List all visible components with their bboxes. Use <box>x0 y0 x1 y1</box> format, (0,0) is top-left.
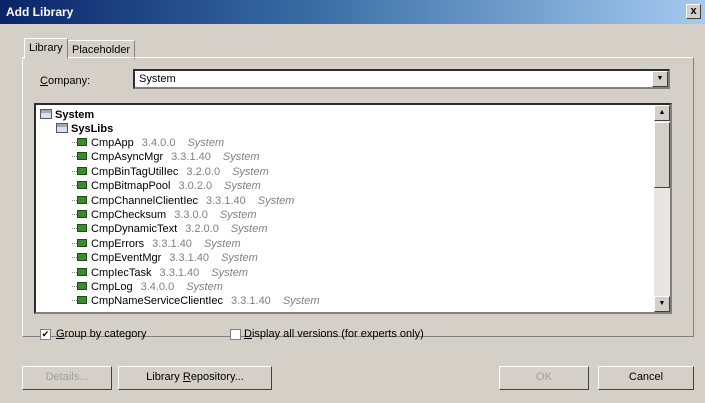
library-vendor: System <box>187 137 225 149</box>
library-icon <box>72 210 88 218</box>
library-icon <box>72 152 88 161</box>
title-bar: Add Library x <box>0 0 705 24</box>
library-version: 3.2.0.0 <box>186 165 221 178</box>
display-all-versions-label[interactable]: Display all versions (for experts only) <box>244 328 424 340</box>
cancel-button[interactable]: Cancel <box>598 366 694 390</box>
library-repository-button[interactable]: Library Repository... <box>118 366 272 390</box>
library-vendor: System <box>221 252 258 265</box>
library-tree[interactable]: System SysLibs CmpApp 3.4.0.0 System CmpAsy… <box>34 103 672 314</box>
library-item[interactable]: CmpNameServiceClientIec 3.3.1.40 System <box>72 294 320 308</box>
tab-library[interactable]: Library <box>24 38 68 59</box>
library-item[interactable]: CmpDynamicText 3.2.0.0 System <box>72 222 268 236</box>
library-version: 3.4.0.0 <box>141 137 176 149</box>
scroll-up-icon[interactable]: ▲ <box>654 105 670 121</box>
library-icon <box>72 253 88 262</box>
library-name: CmpChannelClientIec <box>91 194 198 207</box>
library-name: CmpIecTask <box>91 266 152 279</box>
library-item[interactable]: CmpEventMgr 3.3.1.40 System <box>72 251 258 265</box>
library-version: 3.3.1.40 <box>169 252 210 265</box>
folder-icon <box>56 123 68 133</box>
library-item[interactable]: CmpChecksum 3.3.0.0 System <box>72 208 257 222</box>
library-vendor: System <box>230 223 268 236</box>
library-vendor: System <box>224 180 261 193</box>
library-vendor: System <box>222 151 260 164</box>
library-vendor: System <box>282 295 320 308</box>
library-vendor: System <box>186 281 223 293</box>
library-version: 3.4.0.0 <box>140 281 175 293</box>
tree-category[interactable]: SysLibs <box>56 122 113 136</box>
library-name: CmpLog <box>91 281 133 293</box>
library-item[interactable]: CmpIecTask 3.3.1.40 System <box>72 266 248 280</box>
library-name: CmpChecksum <box>91 209 167 221</box>
library-vendor: System <box>257 194 295 207</box>
library-vendor: System <box>219 209 257 221</box>
library-icon <box>72 224 88 233</box>
folder-icon <box>40 109 52 119</box>
scroll-down-icon[interactable]: ▼ <box>654 296 670 312</box>
company-label: Company: <box>40 75 91 87</box>
ok-button[interactable]: OK <box>499 366 589 390</box>
group-by-category-label[interactable]: Group by category <box>56 328 147 340</box>
library-item[interactable]: CmpChannelClientIec 3.3.1.40 System <box>72 194 294 208</box>
library-vendor: System <box>211 266 248 279</box>
details-button[interactable]: Details... <box>22 366 112 390</box>
library-vendor: System <box>232 165 269 178</box>
company-dropdown[interactable]: System ▼ <box>133 69 670 89</box>
library-name: CmpBitmapPool <box>91 180 171 193</box>
tree-root[interactable]: System <box>40 108 94 122</box>
library-icon <box>72 166 88 175</box>
library-name: CmpErrors <box>91 237 145 250</box>
library-name: CmpBinTagUtilIec <box>91 165 179 178</box>
library-item[interactable]: CmpBinTagUtilIec 3.2.0.0 System <box>72 165 269 179</box>
library-icon <box>72 195 88 204</box>
library-item[interactable]: CmpApp 3.4.0.0 System <box>72 136 224 150</box>
close-button[interactable]: x <box>686 4 701 19</box>
library-icon <box>72 267 88 276</box>
library-version: 3.3.1.40 <box>159 266 200 279</box>
library-item[interactable]: CmpErrors 3.3.1.40 System <box>72 237 241 251</box>
library-version: 3.2.0.0 <box>185 223 219 236</box>
library-icon <box>72 238 88 247</box>
library-version: 3.3.1.40 <box>171 151 211 164</box>
library-version: 3.3.1.40 <box>206 194 246 207</box>
library-vendor: System <box>203 237 241 250</box>
library-icon <box>72 138 88 146</box>
library-name: CmpDynamicText <box>91 223 178 236</box>
dropdown-arrow-icon[interactable]: ▼ <box>652 71 668 87</box>
vertical-scrollbar[interactable]: ▲ ▼ <box>654 105 670 312</box>
library-icon <box>72 296 88 305</box>
library-icon <box>72 282 88 290</box>
group-by-category-checkbox[interactable]: ✔ <box>40 329 51 340</box>
library-item[interactable]: CmpAsyncMgr 3.3.1.40 System <box>72 150 260 164</box>
library-version: 3.3.0.0 <box>174 209 208 221</box>
library-icon <box>72 181 88 190</box>
library-name: CmpEventMgr <box>91 252 162 265</box>
display-all-versions-checkbox[interactable] <box>230 329 241 340</box>
library-version: 3.3.1.40 <box>152 237 192 250</box>
library-item[interactable]: CmpLog 3.4.0.0 System <box>72 280 223 294</box>
library-item[interactable]: CmpBitmapPool 3.0.2.0 System <box>72 179 261 193</box>
company-value: System <box>139 73 176 85</box>
library-version: 3.3.1.40 <box>231 295 271 308</box>
library-name: CmpApp <box>91 137 134 149</box>
window-title: Add Library <box>6 5 74 19</box>
library-version: 3.0.2.0 <box>178 180 213 193</box>
scroll-thumb[interactable] <box>654 122 670 188</box>
library-name: CmpNameServiceClientIec <box>91 295 224 308</box>
library-name: CmpAsyncMgr <box>91 151 164 164</box>
